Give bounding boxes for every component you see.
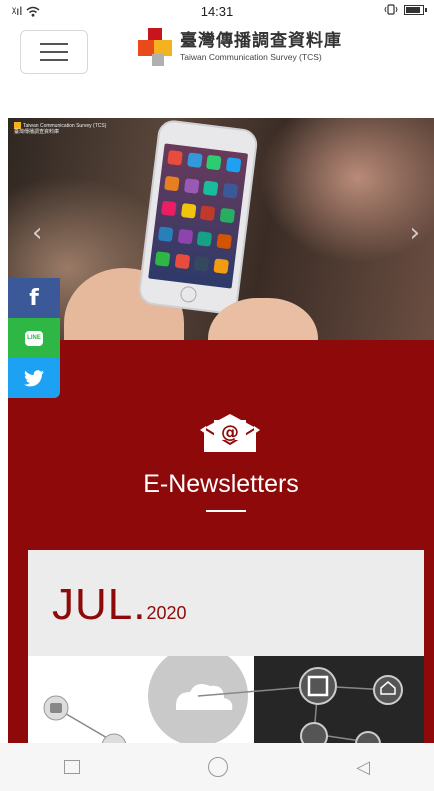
site-header: 臺灣傳播調查資料庫 Taiwan Communication Survey (T… bbox=[0, 22, 434, 80]
newsletter-card[interactable]: JUL.2020 bbox=[28, 550, 424, 760]
home-icon[interactable] bbox=[208, 757, 229, 777]
hero-caption-en: Taiwan Communication Survey (TCS) bbox=[23, 122, 107, 129]
facebook-share-button[interactable]: f bbox=[8, 278, 60, 318]
back-icon[interactable]: ◁ bbox=[356, 757, 370, 778]
phone-screen bbox=[148, 143, 249, 289]
section-title: E-Newsletters bbox=[143, 470, 299, 498]
twitter-share-button[interactable] bbox=[8, 358, 60, 398]
phone-home-button bbox=[179, 285, 198, 304]
hero-caption-cn: 臺灣傳播調查資料庫 bbox=[14, 129, 60, 135]
page: ᵡıl 14:31 臺灣傳播調查資料庫 Taiwan Communication… bbox=[0, 0, 434, 791]
carousel-next-icon[interactable]: › bbox=[410, 218, 420, 248]
menu-button[interactable] bbox=[20, 30, 88, 74]
logo-mark-icon bbox=[138, 28, 176, 66]
caption-logo-icon bbox=[14, 122, 21, 129]
newsletter-section: @ E-Newsletters JUL.2020 bbox=[8, 340, 434, 760]
twitter-icon bbox=[24, 369, 44, 386]
brand-name-chinese: 臺灣傳播調查資料庫 bbox=[180, 31, 342, 51]
title-underline bbox=[206, 510, 246, 512]
battery-icon bbox=[404, 4, 427, 15]
status-right bbox=[384, 4, 427, 15]
facebook-icon: f bbox=[29, 285, 39, 311]
envelope-at-icon: @ bbox=[200, 414, 260, 452]
hamburger-line bbox=[40, 59, 68, 61]
vibrate-icon bbox=[384, 4, 398, 15]
brand-name-english: Taiwan Communication Survey (TCS) bbox=[180, 52, 322, 62]
system-nav-bar: ◁ bbox=[0, 743, 434, 791]
recent-apps-icon[interactable] bbox=[64, 760, 81, 774]
card-month: JUL. bbox=[52, 580, 147, 629]
card-date: JUL.2020 bbox=[52, 580, 187, 630]
status-bar: ᵡıl 14:31 bbox=[0, 0, 434, 22]
brand-text: 臺灣傳播調查資料庫 Taiwan Communication Survey (T… bbox=[180, 31, 342, 63]
carousel-prev-icon[interactable]: ‹ bbox=[32, 218, 42, 248]
line-share-button[interactable]: LINE bbox=[8, 318, 60, 358]
site-logo[interactable]: 臺灣傳播調查資料庫 Taiwan Communication Survey (T… bbox=[138, 28, 342, 66]
card-year: 2020 bbox=[146, 603, 187, 623]
hero-carousel[interactable]: Taiwan Communication Survey (TCS) 臺灣傳播調查… bbox=[8, 118, 434, 340]
status-time: 14:31 bbox=[200, 4, 234, 19]
hamburger-line bbox=[40, 51, 68, 53]
line-icon: LINE bbox=[25, 330, 43, 346]
hamburger-line bbox=[40, 43, 68, 45]
hero-caption: Taiwan Communication Survey (TCS) 臺灣傳播調查… bbox=[14, 122, 106, 135]
svg-text:@: @ bbox=[221, 422, 239, 443]
